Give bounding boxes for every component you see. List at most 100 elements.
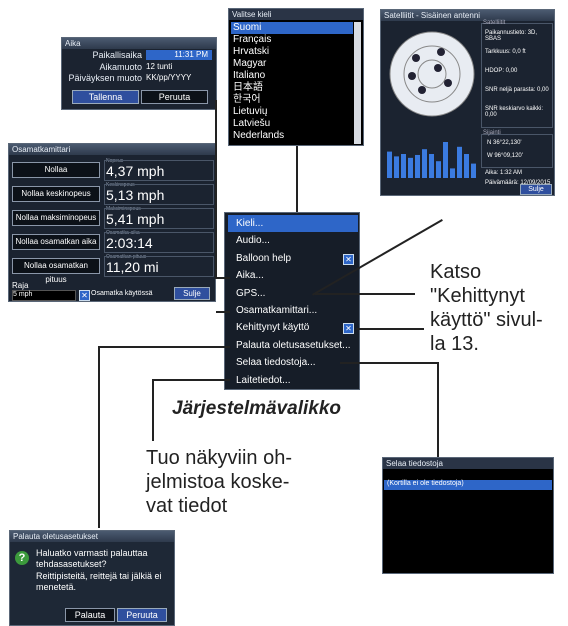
snr-bar <box>450 168 455 178</box>
language-item[interactable]: 한국어 <box>231 94 353 106</box>
menu-item[interactable]: Balloon help <box>228 250 358 267</box>
section-position: Sijainti <box>483 130 501 136</box>
time-format-select[interactable]: 12 tunti <box>146 62 212 71</box>
aika-row-label: Paikallisaika <box>92 50 142 60</box>
snr-bar <box>471 163 476 178</box>
language-item[interactable]: Suomi <box>231 22 353 34</box>
snr-bars <box>387 142 476 178</box>
browse-title: Selaa tiedostoja <box>383 458 553 469</box>
callout-advanced: Katso "Kehittynyt käyttö" sivul- la 13. <box>430 261 543 355</box>
reset-button[interactable]: Nollaa keskinopeus <box>12 186 100 202</box>
snr-bar <box>401 154 406 178</box>
date-format-select[interactable]: KK/pp/YYYY <box>146 73 212 82</box>
menu-item[interactable]: Kieli... <box>228 215 358 232</box>
connector <box>296 146 298 212</box>
language-list: Suomi Français Hrvatski Magyar Italiano 日本語 한국… <box>231 22 353 142</box>
question-icon: ? <box>15 551 29 565</box>
sky-view <box>389 31 475 117</box>
menu-item[interactable]: Kehittynyt käyttö <box>228 319 358 336</box>
field-box <box>104 208 214 229</box>
language-item[interactable]: Français <box>231 34 353 46</box>
snr-bar <box>436 161 441 178</box>
satellite-info-line: SNR keskiarvo kaikki: 0,00 <box>485 106 544 118</box>
snr-bar <box>408 157 413 178</box>
aika-row-label: Aikamuoto <box>99 62 142 72</box>
satellite-info-line: HDOP: 0,00 <box>485 68 518 74</box>
section-satellites: Satelliitit <box>483 20 506 26</box>
connector <box>98 346 230 348</box>
aika-row-label: Päiväyksen muoto <box>68 73 142 83</box>
connector <box>152 379 230 381</box>
restore-button[interactable]: Palauta <box>65 608 115 622</box>
restore-defaults-dialog: Palauta oletusasetukset ? Haluatko varma… <box>9 530 175 626</box>
reset-button[interactable]: Nollaa <box>12 162 100 178</box>
menu-item[interactable]: Selaa tiedostoja... <box>228 354 358 371</box>
snr-bar <box>415 154 420 178</box>
language-item[interactable]: Hrvatski <box>231 46 353 58</box>
trip-computer-dialog: Osamatkamittari Nollaa Nopeus 4,37 mph Noll… <box>8 143 216 302</box>
connector <box>215 277 230 279</box>
language-item[interactable]: Lietuvių <box>231 106 353 118</box>
connector <box>340 362 438 364</box>
field-box <box>104 184 214 205</box>
reset-button[interactable]: Nollaa osamatkan aika <box>12 234 100 250</box>
snr-bar <box>429 154 434 178</box>
menu-item[interactable]: Laitetiedot... <box>228 372 358 389</box>
checkbox-icon[interactable]: ✕ <box>343 323 354 335</box>
limit-label: Raja <box>12 281 29 290</box>
checkbox-icon[interactable]: ✕ <box>79 290 90 301</box>
connector <box>215 100 217 278</box>
language-item[interactable]: Italiano <box>231 70 353 82</box>
satellite-info-line: Tarkkuus: 0,0 ft <box>485 49 526 55</box>
cancel-button[interactable]: Peruuta <box>117 608 167 622</box>
checkbox-icon[interactable]: ✕ <box>343 253 354 265</box>
satellite-info: Paikannustieto: 3D, SBAS Tarkkuus: 0,0 ft… <box>485 30 554 125</box>
menu-caption: Järjestelmävalikko <box>172 398 342 419</box>
reset-button[interactable]: Nollaa maksiminopeus <box>12 210 100 226</box>
snr-bar <box>387 151 392 178</box>
snr-bar <box>422 149 427 178</box>
satellite-title: Satelliitit - Sisäinen antenni <box>381 10 554 21</box>
language-item[interactable]: Latviešu <box>231 118 353 130</box>
connector <box>152 379 154 441</box>
close-button[interactable]: Sulje <box>520 184 552 195</box>
close-button[interactable]: Sulje <box>174 287 210 300</box>
time: Aika: 1:32 AM <box>485 170 523 176</box>
restore-question: Haluatko varmasti palauttaa tehdasasetuk… <box>36 548 148 569</box>
connector <box>216 311 230 313</box>
language-item[interactable]: Nederlands <box>231 130 353 142</box>
save-button[interactable]: Tallenna <box>72 90 139 104</box>
satellite-dialog: Satelliitit - Sisäinen antenni Satelliit… <box>380 9 555 196</box>
reset-button[interactable]: Nollaa osamatkan pituus <box>12 258 100 284</box>
field-box <box>104 160 214 181</box>
language-scrollbar[interactable] <box>354 22 361 144</box>
language-dialog: Valitse kieli Suomi Français Hrvatski Magya… <box>228 8 364 146</box>
field-box <box>104 232 214 253</box>
aika-dialog: Aika Paikallisaika 11:31 PM Aikamuoto 12… <box>61 37 217 110</box>
empty-file-item[interactable]: (Kortilla ei ole tiedostoja) <box>384 480 552 490</box>
menu-item[interactable]: Aika... <box>228 267 358 284</box>
satellite-info-line: Paikannustieto: 3D, SBAS <box>485 30 538 42</box>
enable-label: Osamatka käytössä <box>91 290 153 297</box>
cancel-button[interactable]: Peruuta <box>141 90 208 104</box>
local-time-field[interactable]: 11:31 PM <box>146 50 212 60</box>
satellite-info-line: SNR neljä parasta: 0,00 <box>485 87 549 93</box>
limit-field[interactable]: 5 mph <box>12 290 76 301</box>
snr-bar <box>457 146 462 178</box>
callout-device-info: Tuo näkyviin oh- jelmistoa koske- vat ti… <box>146 447 292 517</box>
snr-bar <box>464 154 469 178</box>
restore-note: Reittipisteitä, reittejä tai jälkiä ei m… <box>36 571 162 592</box>
snr-bar <box>394 156 399 178</box>
trip-title: Osamatkamittari <box>9 144 215 155</box>
connector <box>356 328 424 330</box>
menu-item[interactable]: Osamatkamittari... <box>228 302 358 319</box>
snr-bar <box>443 142 448 178</box>
connector <box>315 293 415 295</box>
language-item[interactable]: 日本語 <box>231 82 353 94</box>
menu-item[interactable]: Audio... <box>228 232 358 249</box>
menu-item[interactable]: Palauta oletusasetukset... <box>228 337 358 354</box>
latitude: N 36°22,130' <box>487 140 522 146</box>
aika-title: Aika <box>62 38 216 49</box>
language-item[interactable]: Magyar <box>231 58 353 70</box>
connector <box>437 362 439 457</box>
